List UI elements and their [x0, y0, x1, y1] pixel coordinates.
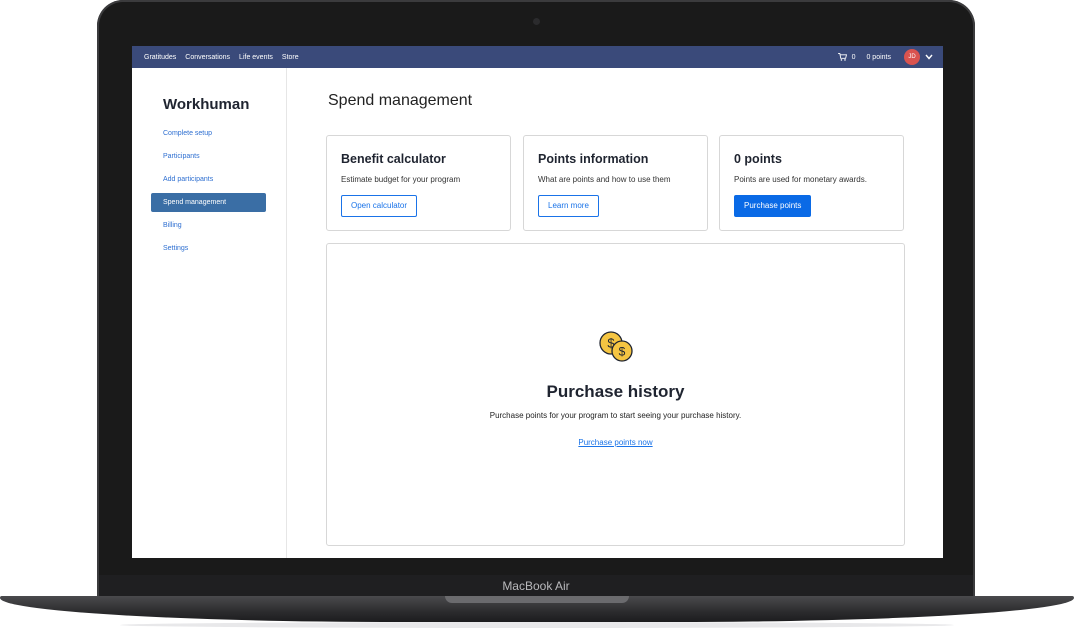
camera-icon [533, 18, 540, 25]
card-title: 0 points [734, 152, 782, 166]
purchase-history-title: Purchase history [546, 382, 685, 401]
purchase-history-panel: $ $ Purchase history Purchase points for… [326, 243, 905, 546]
nav-conversations[interactable]: Conversations [185, 54, 230, 61]
card-description: Points are used for monetary awards. [734, 175, 867, 184]
nav-life-events[interactable]: Life events [239, 54, 273, 61]
app-screen: Gratitudes Conversations Life events Sto… [132, 46, 943, 558]
purchase-points-now-link[interactable]: Purchase points now [327, 438, 904, 447]
topbar-account: 0 0 points JD [837, 46, 933, 68]
purchase-points-button[interactable]: Purchase points [734, 195, 812, 217]
chevron-down-icon[interactable] [925, 54, 933, 60]
nav-store[interactable]: Store [282, 54, 299, 61]
laptop-notch [445, 596, 629, 603]
card-title: Points information [538, 152, 649, 166]
page-title: Spend management [328, 92, 473, 109]
sidebar-item-spend-management[interactable]: Spend management [151, 193, 266, 212]
nav-gratitudes[interactable]: Gratitudes [144, 54, 176, 61]
svg-text:$: $ [619, 345, 626, 359]
sidebar-item-settings[interactable]: Settings [151, 239, 266, 258]
sidebar-item-billing[interactable]: Billing [151, 216, 266, 235]
device-label: MacBook Air [502, 579, 570, 593]
learn-more-button[interactable]: Learn more [538, 195, 599, 217]
sidebar: Workhuman Complete setup Participants Ad… [132, 68, 287, 558]
top-nav-bar: Gratitudes Conversations Life events Sto… [132, 46, 943, 68]
coins-icon: $ $ [599, 331, 633, 362]
sidebar-item-add-participants[interactable]: Add participants [151, 170, 266, 189]
card-description: What are points and how to use them [538, 175, 671, 184]
card-description: Estimate budget for your program [341, 175, 461, 184]
sidebar-item-complete-setup[interactable]: Complete setup [151, 124, 266, 143]
card-title: Benefit calculator [341, 152, 446, 166]
cart-count[interactable]: 0 [852, 54, 856, 61]
open-calculator-button[interactable]: Open calculator [341, 195, 418, 217]
cart-icon[interactable] [837, 53, 847, 61]
points-balance-card: 0 points Points are used for monetary aw… [719, 135, 904, 231]
brand-logo-text: Workhuman [163, 96, 250, 113]
benefit-calculator-card: Benefit calculator Estimate budget for y… [326, 135, 511, 231]
sidebar-item-participants[interactable]: Participants [151, 147, 266, 166]
primary-nav: Gratitudes Conversations Life events Sto… [144, 46, 299, 68]
purchase-history-description: Purchase points for your program to star… [489, 411, 742, 420]
points-information-card: Points information What are points and h… [523, 135, 708, 231]
points-balance[interactable]: 0 points [866, 54, 891, 61]
laptop-shadow [120, 622, 954, 628]
avatar[interactable]: JD [904, 49, 920, 65]
